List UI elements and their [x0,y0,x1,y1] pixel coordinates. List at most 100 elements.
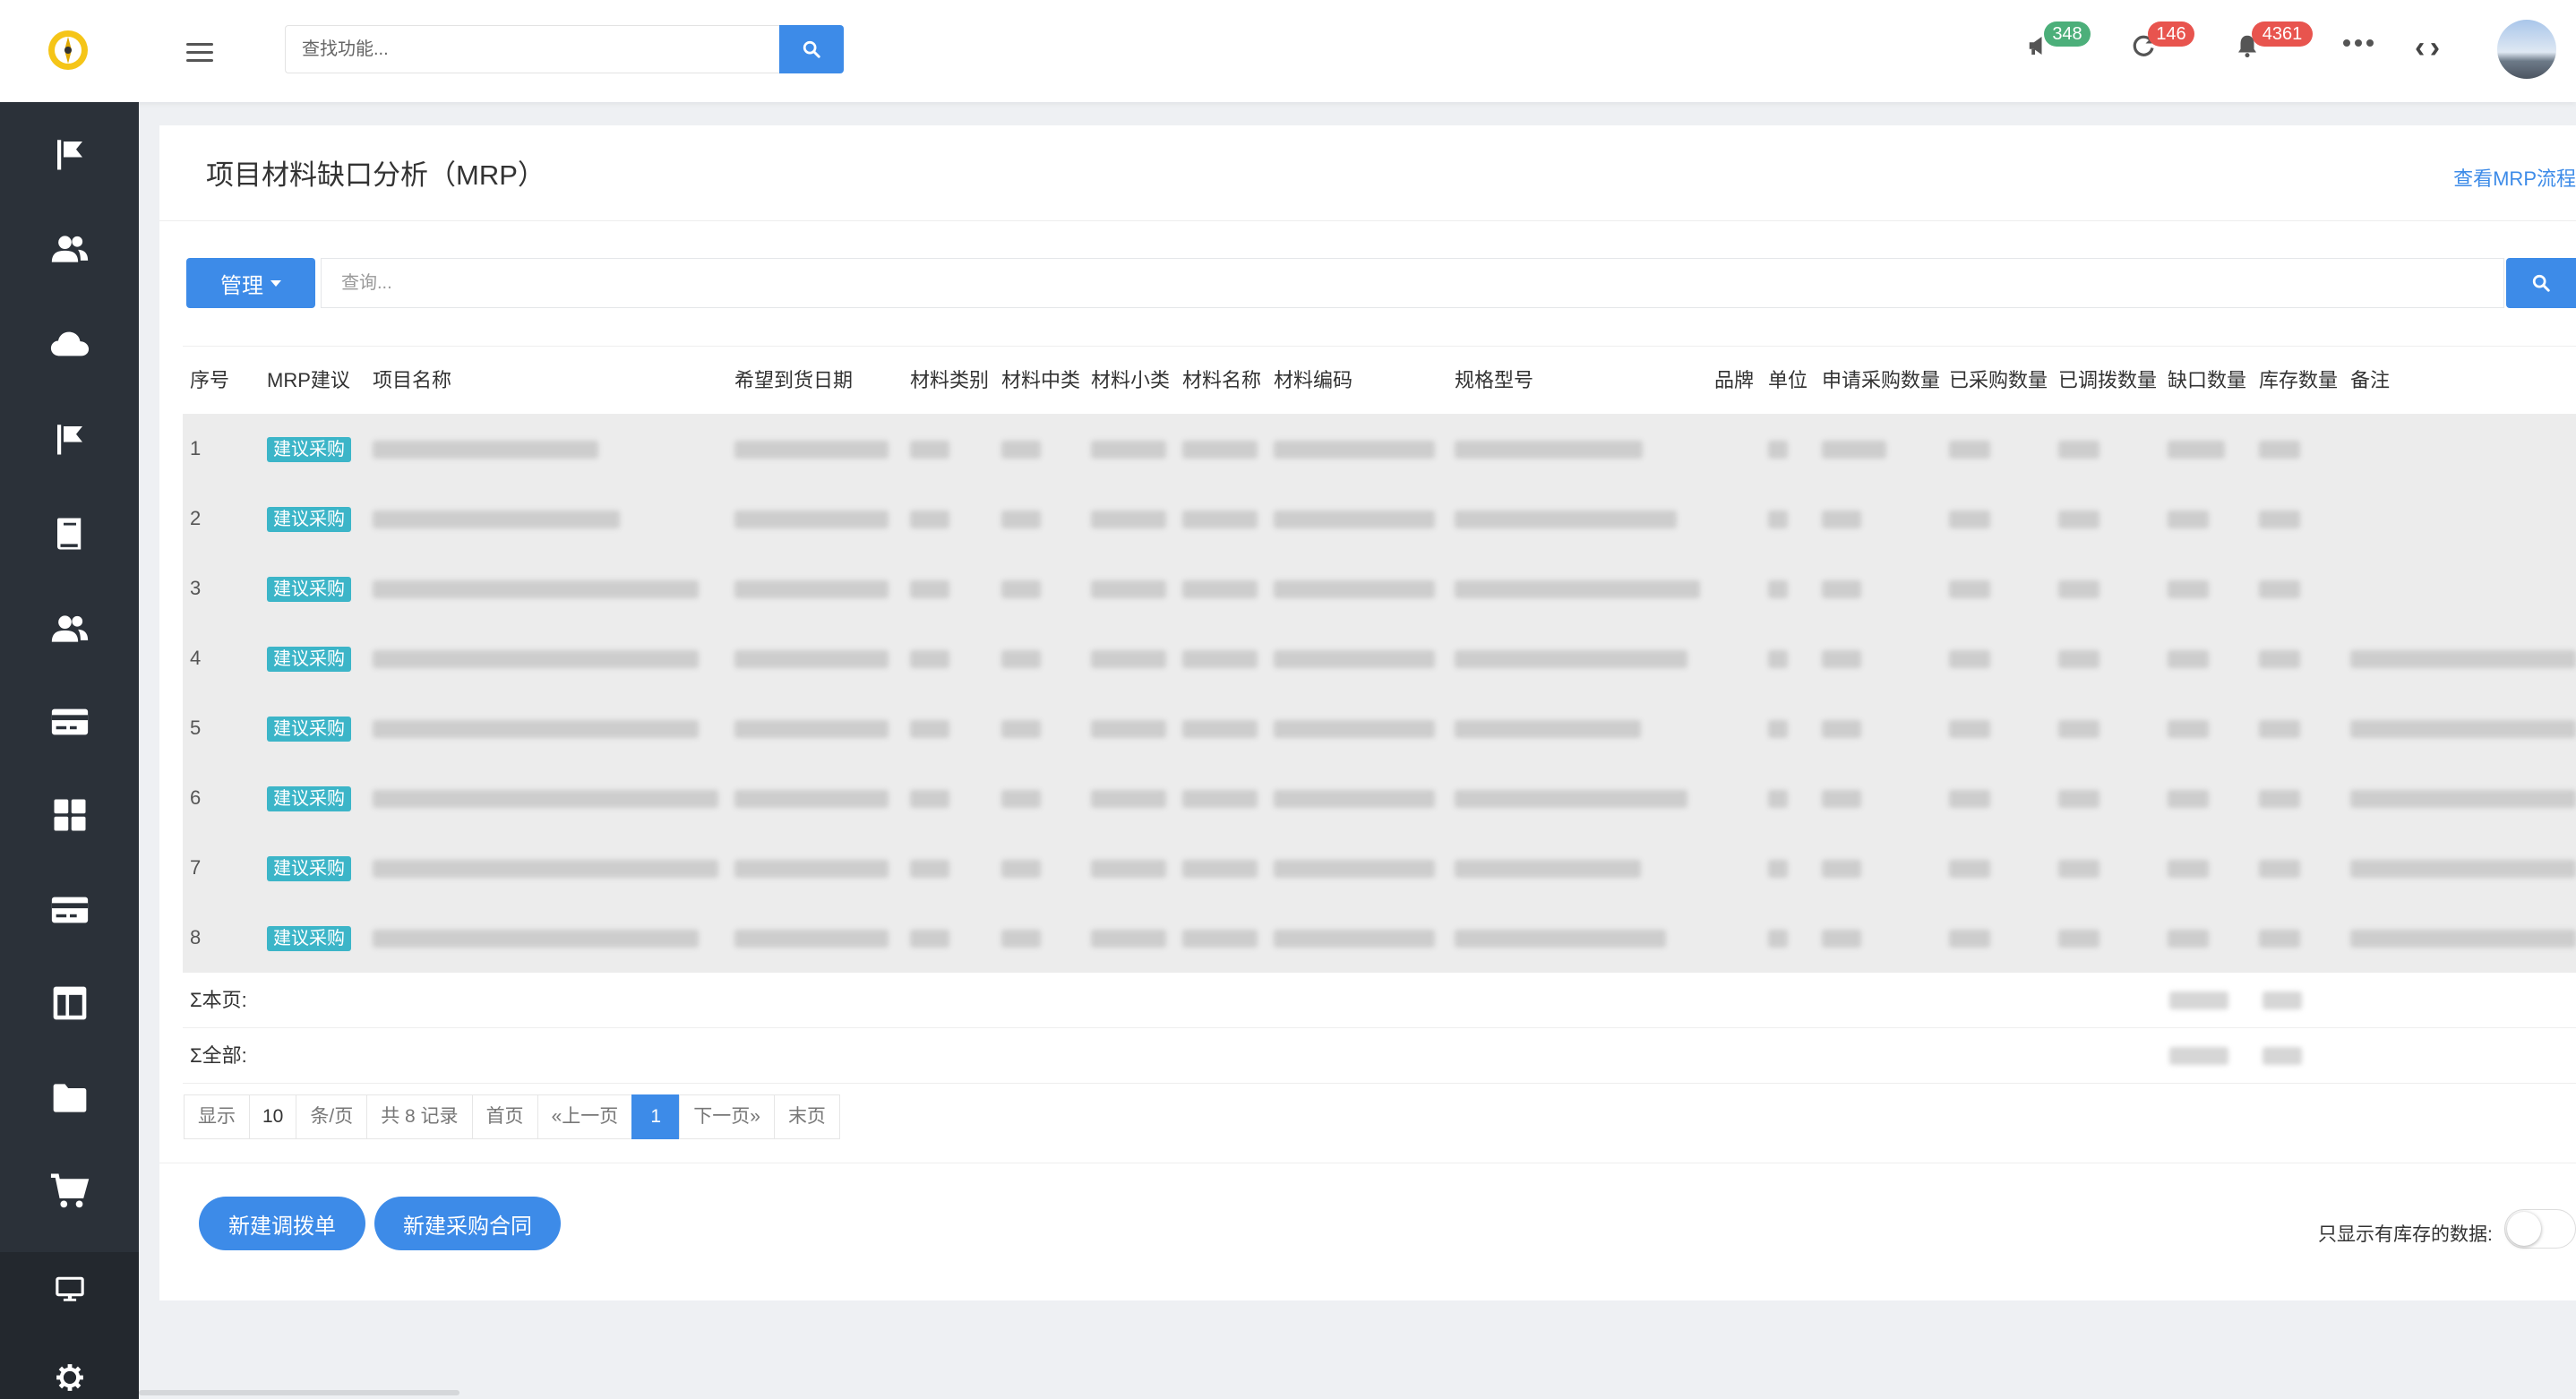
cloud-icon[interactable] [0,317,139,371]
column-header[interactable]: 规格型号 [1455,347,1533,415]
function-search-input[interactable] [285,25,779,73]
announcement-count-badge: 348 [2044,21,2091,47]
main-panel: 项目材料缺口分析（MRP） 查看MRP流程 管理 序号 MRP建议 项目名称 希… [159,125,2576,1300]
card-icon[interactable] [0,695,139,749]
query-input[interactable] [321,258,2504,308]
column-header[interactable]: 已调拨数量 [2058,347,2157,415]
column-header[interactable]: 库存数量 [2259,347,2338,415]
search-button[interactable] [779,25,844,73]
users-icon[interactable] [0,602,139,656]
mrp-suggestion-cell: 建议采购 [267,554,351,623]
sync-count-badge: 146 [2148,21,2194,47]
query-search-button[interactable] [2506,258,2576,308]
search-icon [803,40,820,58]
column-header[interactable]: 材料名称 [1182,347,1261,415]
suggestion-tag: 建议采购 [267,437,351,463]
pagination-per-page-label: 条/页 [296,1094,368,1139]
column-header[interactable]: 品牌 [1714,347,1754,415]
mrp-suggestion-cell: 建议采购 [267,623,351,693]
suggestion-tag: 建议采购 [267,786,351,812]
table-row[interactable]: 7 建议采购 [183,833,2576,903]
table-row[interactable]: 8 建议采购 [183,903,2576,973]
row-index: 8 [190,926,202,948]
table-row[interactable]: 1 建议采购 [183,414,2576,484]
mrp-suggestion-cell: 建议采购 [267,484,351,554]
next-page-button[interactable]: 下一页» [679,1094,775,1139]
total-sum-label: Σ全部: [190,1044,247,1067]
last-page-button[interactable]: 末页 [773,1094,840,1139]
gear-icon[interactable] [0,1351,139,1399]
announcement-notification[interactable]: 348 [2026,21,2091,75]
prev-page-button[interactable]: «上一页 [537,1094,633,1139]
table-row[interactable]: 4 建议采购 [183,623,2576,693]
logo[interactable] [36,18,100,82]
suggestion-tag: 建议采购 [267,507,351,533]
page-size-select[interactable]: 10 [249,1094,297,1139]
table-row[interactable]: 5 建议采购 [183,693,2576,763]
manage-button-label: 管理 [220,273,263,298]
stock-only-label: 只显示有库存的数据: [2318,1224,2493,1245]
toggle-state-text: 否 [2550,1223,2568,1242]
monitor-icon[interactable] [0,1263,139,1317]
more-icon[interactable] [2343,39,2374,47]
menu-icon[interactable] [163,27,236,77]
column-header[interactable]: 材料中类 [1001,347,1080,415]
flag-icon[interactable] [0,127,139,181]
column-header[interactable]: 序号 [190,347,229,415]
new-transfer-button[interactable]: 新建调拨单 [199,1197,365,1250]
pagination-show-label: 显示 [184,1094,250,1139]
column-header[interactable]: 缺口数量 [2168,347,2246,415]
folder-icon[interactable] [0,1071,139,1125]
cart-icon[interactable] [0,1164,139,1218]
mrp-suggestion-cell: 建议采购 [267,414,351,484]
stock-only-toggle[interactable]: 否 [2504,1209,2576,1249]
row-index: 1 [190,437,202,459]
pagination-total: 共 8 记录 [366,1094,473,1139]
suggestion-tag: 建议采购 [267,577,351,603]
table-row[interactable]: 2 建议采购 [183,484,2576,554]
current-page-button[interactable]: 1 [631,1094,681,1139]
page-sum-row: Σ本页: [183,973,2576,1028]
book-icon[interactable] [0,507,139,561]
manage-dropdown-button[interactable]: 管理 [186,258,315,308]
mrp-suggestion-cell: 建议采购 [267,763,351,833]
table-row[interactable]: 3 建议采购 [183,554,2576,623]
column-header[interactable]: 备注 [2350,347,2390,415]
pagination: 显示 10 条/页 共 8 记录 首页 «上一页 1 下一页» 末页 [184,1094,840,1139]
flag-icon[interactable] [0,412,139,466]
column-header[interactable]: 材料小类 [1091,347,1170,415]
sidebar [0,102,139,1399]
column-header[interactable]: 希望到货日期 [734,347,853,415]
column-header[interactable]: 项目名称 [373,347,451,415]
suggestion-tag: 建议采购 [267,647,351,673]
top-bar: 348 146 4361 ‹ › [0,0,2576,102]
view-mrp-flow-link[interactable]: 查看MRP流程 [2453,163,2576,192]
new-purchase-contract-button[interactable]: 新建采购合同 [374,1197,561,1250]
mrp-table: 序号 MRP建议 项目名称 希望到货日期 材料类别 材料中类 材料小类 材料名称… [183,346,2576,1084]
sync-notification[interactable]: 146 [2130,21,2194,75]
alert-count-badge: 4361 [2252,21,2313,47]
layout-icon[interactable] [0,976,139,1030]
dashboard-icon[interactable] [0,788,139,842]
column-header[interactable]: 材料类别 [910,347,989,415]
column-header[interactable]: MRP建议 [267,347,350,415]
users-icon[interactable] [0,222,139,276]
column-header[interactable]: 材料编码 [1274,347,1352,415]
column-header[interactable]: 已采购数量 [1949,347,2048,415]
mrp-suggestion-cell: 建议采购 [267,693,351,763]
suggestion-tag: 建议采购 [267,717,351,742]
column-header[interactable]: 申请采购数量 [1822,347,1940,415]
alert-notification[interactable]: 4361 [2234,21,2313,75]
row-index: 6 [190,786,202,809]
page-sum-label: Σ本页: [190,989,247,1011]
table-row[interactable]: 6 建议采购 [183,763,2576,833]
code-icon[interactable]: ‹ › [2415,30,2440,65]
card-icon[interactable] [0,883,139,937]
horizontal-scrollbar[interactable] [139,1390,459,1395]
row-index: 5 [190,717,202,739]
first-page-button[interactable]: 首页 [471,1094,538,1139]
mrp-suggestion-cell: 建议采购 [267,903,351,973]
column-header[interactable]: 单位 [1768,347,1807,415]
avatar[interactable] [2497,20,2556,79]
row-index: 7 [190,856,202,879]
